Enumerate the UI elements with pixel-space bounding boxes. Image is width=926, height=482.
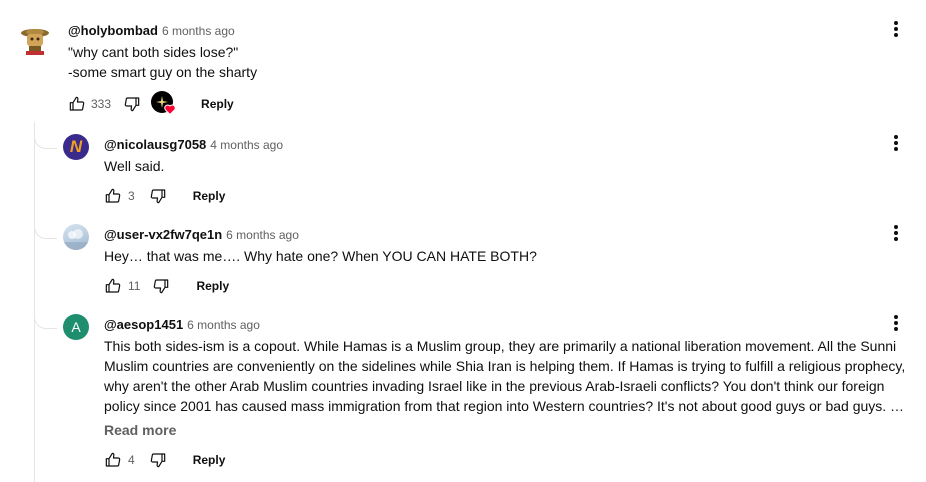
thumbs-up-icon	[69, 96, 85, 111]
comment-timestamp[interactable]: 6 months ago	[162, 24, 235, 38]
comment-menu-button[interactable]	[886, 223, 906, 243]
thread-connector	[34, 134, 57, 149]
like-count: 11	[128, 279, 141, 293]
comment-menu-button[interactable]	[886, 19, 906, 39]
reply-button[interactable]: Reply	[196, 279, 229, 293]
more-vertical-icon	[894, 315, 898, 331]
more-vertical-icon	[894, 225, 898, 241]
like-count: 333	[91, 97, 112, 111]
more-vertical-icon	[894, 21, 898, 37]
comment-header: @holybombad 6 months ago	[68, 22, 235, 38]
comment-text-line: policy since 2001 has caused mass immigr…	[104, 398, 905, 414]
comment-text: Well said.	[104, 158, 165, 174]
comment-text: Hey… that was me…. Why hate one? When YO…	[104, 248, 537, 264]
like-button[interactable]	[104, 451, 122, 469]
like-button[interactable]	[68, 95, 86, 113]
comment-text-line: why aren't the other Arab Muslim countri…	[104, 378, 885, 394]
comment-author[interactable]: @holybombad	[68, 23, 158, 38]
reply-button[interactable]: Reply	[193, 453, 226, 467]
reply-button[interactable]: Reply	[201, 97, 234, 111]
comment-timestamp[interactable]: 4 months ago	[210, 138, 283, 152]
avatar[interactable]: A	[63, 314, 89, 340]
comment-header: @user-vx2fw7qe1n 6 months ago	[104, 226, 299, 242]
thumbs-up-icon	[105, 278, 121, 293]
comment-text-line: -some smart guy on the sharty	[68, 64, 258, 80]
avatar[interactable]	[18, 24, 52, 58]
avatar-letter: N	[69, 137, 83, 156]
more-vertical-icon	[894, 135, 898, 151]
like-button[interactable]	[104, 277, 122, 295]
comment-actions: 11 Reply	[104, 276, 229, 296]
comment-timestamp[interactable]: 6 months ago	[187, 318, 260, 332]
avatar-image	[18, 24, 52, 58]
thumbs-up-icon	[105, 452, 121, 467]
comment-timestamp[interactable]: 6 months ago	[226, 228, 299, 242]
thread-line	[34, 122, 35, 482]
reply-button[interactable]: Reply	[193, 189, 226, 203]
comment-text-line: This both sides-ism is a copout. While H…	[104, 338, 897, 354]
comment-text-line: "why cant both sides lose?"	[68, 44, 239, 60]
comment-actions: 333 Reply	[68, 91, 234, 117]
thread-connector	[34, 224, 57, 239]
thread-connector	[34, 314, 57, 329]
comment-author[interactable]: @user-vx2fw7qe1n	[104, 227, 222, 242]
comment-author[interactable]: @nicolausg7058	[104, 137, 206, 152]
avatar[interactable]	[63, 224, 89, 250]
comment-text: "why cant both sides lose?" -some smart …	[68, 42, 257, 82]
comment-actions: 3 Reply	[104, 186, 225, 206]
thumbs-down-icon	[150, 453, 165, 468]
comment-text: This both sides-ism is a copout. While H…	[104, 336, 914, 416]
thumbs-down-icon	[150, 189, 165, 204]
heart-icon	[164, 104, 176, 115]
comment-actions: 4 Reply	[104, 450, 225, 470]
creator-heart	[151, 91, 177, 117]
read-more-button[interactable]: Read more	[104, 422, 176, 438]
dislike-button[interactable]	[149, 187, 167, 205]
comment-author[interactable]: @aesop1451	[104, 317, 183, 332]
like-count: 3	[128, 189, 135, 203]
like-button[interactable]	[104, 187, 122, 205]
comment-header: @aesop1451 6 months ago	[104, 316, 260, 332]
comment-text-line: Muslim countries are conveniently on the…	[104, 358, 906, 374]
comment-menu-button[interactable]	[886, 133, 906, 153]
thumbs-up-icon	[105, 188, 121, 203]
thumbs-down-icon	[124, 97, 140, 112]
dislike-button[interactable]	[152, 277, 170, 295]
like-count: 4	[128, 453, 135, 467]
thumbs-down-icon	[154, 279, 169, 294]
avatar-letter: A	[71, 319, 81, 335]
dislike-button[interactable]	[123, 95, 141, 113]
comment-header: @nicolausg7058 4 months ago	[104, 136, 283, 152]
avatar[interactable]: N	[63, 134, 89, 160]
dislike-button[interactable]	[149, 451, 167, 469]
comment-menu-button[interactable]	[886, 313, 906, 333]
avatar-image	[63, 229, 89, 250]
